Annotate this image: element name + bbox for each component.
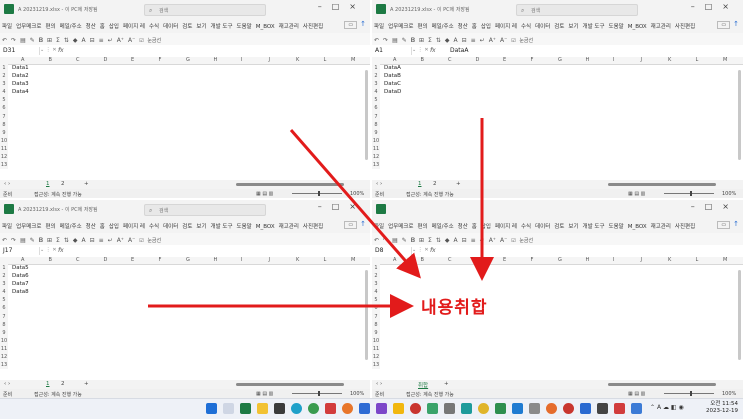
terminal-icon[interactable] [274, 403, 285, 414]
app-icon-orange2[interactable] [546, 403, 557, 414]
chrome-icon-2[interactable] [478, 403, 489, 414]
app-icon-blue[interactable] [359, 403, 370, 414]
chrome-icon[interactable] [308, 403, 319, 414]
input-language[interactable]: A [657, 404, 661, 411]
clock[interactable]: 오전 11:54 2023-12-19 [706, 401, 738, 415]
edge-icon[interactable] [291, 403, 302, 414]
annotation-arrows [148, 118, 494, 318]
search-icon[interactable] [223, 403, 234, 414]
taskbar: ⌃ A ☁ ◧ ◉ 오전 11:54 2023-12-19 [0, 398, 743, 419]
vscode-icon[interactable] [512, 403, 523, 414]
system-tray[interactable]: ⌃ A ☁ ◧ ◉ [650, 404, 684, 411]
app-icon-blue2[interactable] [580, 403, 591, 414]
clock-time: 오전 11:54 [710, 401, 738, 407]
app-icon-blue3[interactable] [631, 403, 642, 414]
app-icon-gray2[interactable] [529, 403, 540, 414]
app-icon-red2[interactable] [410, 403, 421, 414]
app-icon-dark[interactable] [597, 403, 608, 414]
excel-taskbar-icon[interactable] [240, 403, 251, 414]
app-icon-green[interactable] [427, 403, 438, 414]
app-icon-purple[interactable] [376, 403, 387, 414]
app-icon-yellow[interactable] [393, 403, 404, 414]
app-icon-gray[interactable] [444, 403, 455, 414]
merge-label: 내용취합 [421, 298, 488, 318]
arrow-from-top-left [289, 129, 421, 279]
file-explorer-icon[interactable] [257, 403, 268, 414]
windows-start-icon[interactable] [206, 403, 217, 414]
app-icon-green2[interactable] [495, 403, 506, 414]
app-icon-red[interactable] [325, 403, 336, 414]
app-icon-teal[interactable] [461, 403, 472, 414]
app-icon-red4[interactable] [614, 403, 625, 414]
app-icon-orange[interactable] [342, 403, 353, 414]
app-icon-red3[interactable] [563, 403, 574, 414]
clock-date: 2023-12-19 [706, 408, 738, 414]
